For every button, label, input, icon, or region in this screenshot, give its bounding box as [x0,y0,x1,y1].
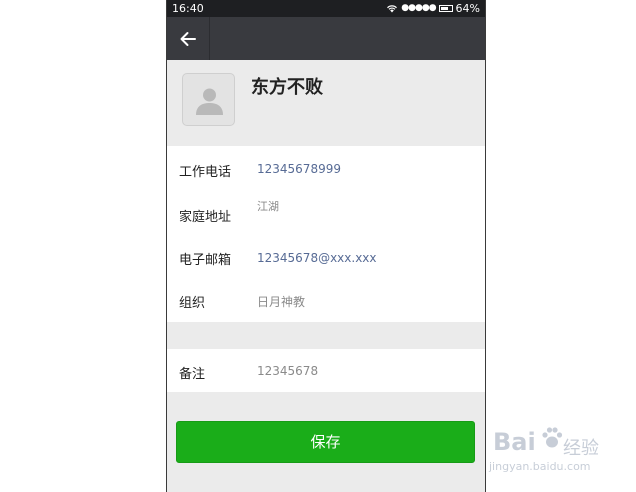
work-phone-value[interactable]: 12345678999 [257,162,341,176]
signal-strength-icon: ●●●●● [401,3,436,13]
home-address-value: 江湖 [257,200,279,213]
battery-percent: 64% [455,2,480,15]
organization-value: 日月神教 [257,295,306,309]
home-address-row[interactable]: 家庭地址 江湖 [167,192,485,236]
wifi-icon [386,4,398,13]
watermark-brand: Bai [493,428,536,456]
email-label: 电子邮箱 [179,253,232,268]
watermark-url: jingyan.baidu.com [489,460,591,473]
avatar[interactable] [182,73,235,126]
organization-row[interactable]: 组织 日月神教 [167,280,485,322]
nav-divider [209,17,210,60]
email-value[interactable]: 12345678@xxx.xxx [257,251,377,265]
remark-label: 备注 [179,367,206,382]
user-silhouette-icon [196,88,223,115]
status-time: 16:40 [172,2,204,15]
battery-icon [438,5,453,12]
home-address-label: 家庭地址 [179,210,232,225]
save-button[interactable]: 保存 [176,421,475,463]
paw-icon [541,426,563,454]
arrow-left-icon [180,32,196,46]
baidu-jingyan-watermark: Bai 经验 jingyan.baidu.com [487,420,627,480]
remark-row[interactable]: 备注 12345678 [167,349,485,392]
profile-header: 东方不败 [167,60,485,146]
back-button[interactable] [177,28,199,50]
contact-info-card: 工作电话 12345678999 家庭地址 江湖 电子邮箱 12345678@x… [167,146,485,322]
watermark-product: 经验 [563,438,599,459]
work-phone-row[interactable]: 工作电话 12345678999 [167,146,485,192]
email-row[interactable]: 电子邮箱 12345678@xxx.xxx [167,236,485,280]
work-phone-label: 工作电话 [179,165,232,180]
navigation-bar [167,17,485,60]
status-bar: 16:40 ●●●●● 64% [167,0,485,17]
status-indicators: ●●●●● 64% [386,0,480,17]
organization-label: 组织 [179,296,206,311]
contact-name: 东方不败 [251,77,323,98]
remark-value: 12345678 [257,364,319,378]
phone-screen: 16:40 ●●●●● 64% 东方不败 工作电话 12345678999 家庭… [166,0,486,492]
